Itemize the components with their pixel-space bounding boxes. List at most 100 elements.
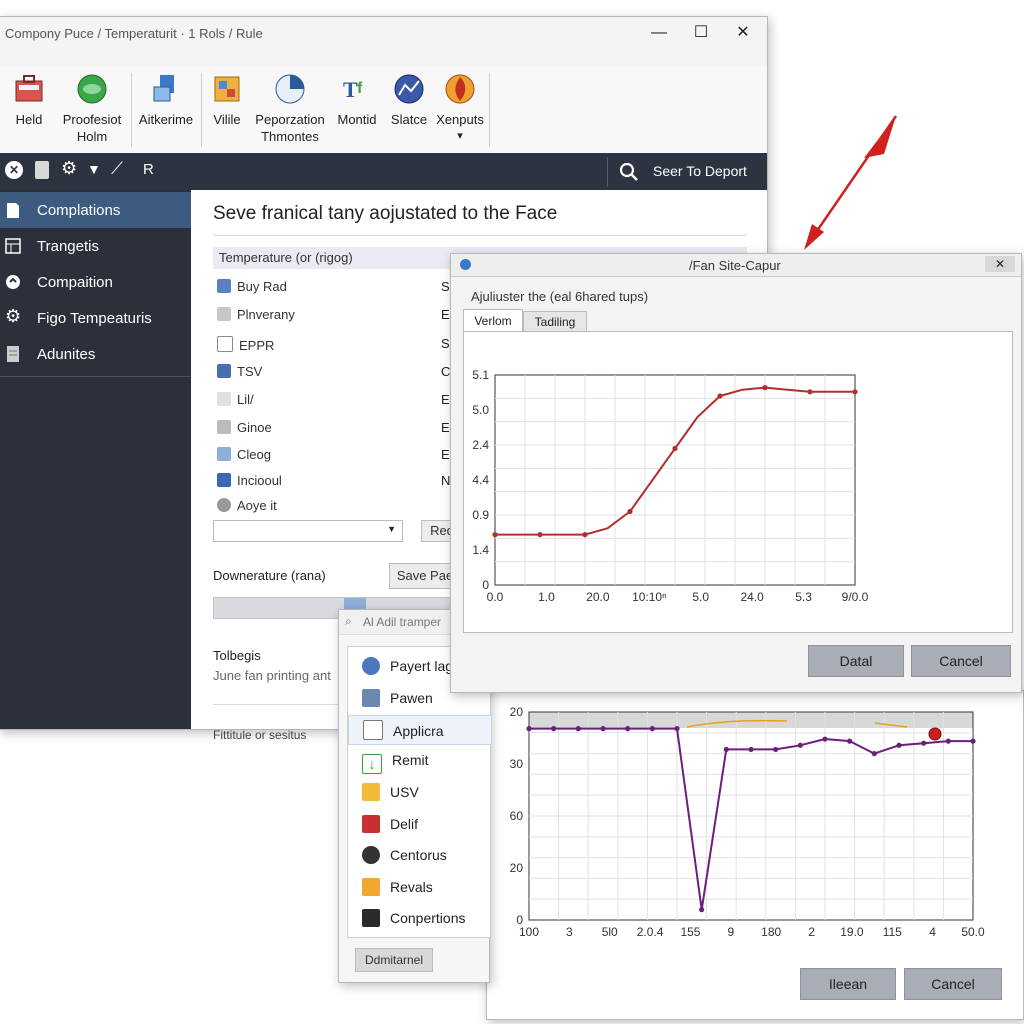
datal-button[interactable]: Datal	[808, 645, 904, 677]
sidebar-item-label: Figo Tempeaturis	[37, 310, 152, 327]
tab-tadiling[interactable]: Tadiling	[523, 311, 587, 333]
ribbon-peporzation-button[interactable]: Peporzation Thmontes	[253, 73, 327, 145]
tolbegis-text: June fan printing ant	[213, 668, 331, 683]
sidebar-item-label: Adunites	[37, 346, 96, 363]
x-tick-label: 50.0	[961, 925, 985, 939]
list-item-icon	[217, 364, 231, 378]
list-item-label: EPPR	[239, 338, 275, 353]
cancel-button[interactable]: Cancel	[911, 645, 1011, 677]
list-item-label: Aoye it	[237, 498, 277, 513]
x-tick-label: 155	[680, 925, 700, 939]
search-icon[interactable]	[619, 162, 639, 182]
list-item[interactable]: TSV	[217, 364, 262, 379]
list-item-value: E	[441, 420, 450, 435]
data-point	[717, 393, 723, 399]
tab-label: Tadiling	[534, 315, 576, 329]
clipboard-icon[interactable]	[35, 161, 49, 179]
list-item[interactable]: Centorus	[362, 846, 447, 864]
list-item-icon	[217, 307, 231, 321]
y-tick-label: 20	[510, 861, 524, 875]
list-item[interactable]: Conpertions	[362, 909, 466, 927]
sidebar-item-adunites[interactable]: Adunites	[0, 336, 191, 372]
list-item-label: Lil/	[237, 392, 254, 407]
data-point	[537, 532, 543, 538]
list-dialog-title: Al Adil tramper	[363, 615, 442, 629]
wrench-icon[interactable]: ⟋	[111, 159, 123, 179]
sidebar-item-complations[interactable]: Complations	[0, 192, 203, 228]
list-item[interactable]: Delif	[362, 815, 418, 833]
tab-label: Verlom	[474, 314, 512, 328]
sidebar-item-figo-tempeaturis[interactable]: ⚙ Figo Tempeaturis	[0, 300, 191, 336]
list-item[interactable]: Ginoe	[217, 420, 272, 435]
list-item[interactable]: Lil/	[217, 392, 254, 407]
list-item[interactable]: Applicra	[348, 715, 492, 745]
list-item[interactable]: USV	[362, 783, 419, 801]
search-label[interactable]: Seer To Deport	[653, 163, 747, 179]
downerature-label: Downerature (rana)	[213, 568, 326, 583]
data-point	[526, 726, 532, 732]
maximize-icon[interactable]: ☐	[685, 21, 717, 45]
sidebar-item-label: Compaition	[37, 274, 113, 291]
data-point	[674, 726, 680, 732]
cancel-button[interactable]: Cancel	[904, 968, 1002, 1000]
ribbon-profesiot-button[interactable]: Proofesiot Holm	[57, 73, 127, 145]
save-button-label: Save Pae	[396, 568, 454, 583]
list-item[interactable]: Plnverany	[217, 307, 295, 322]
ribbon-montid-button[interactable]: Tf Montid	[333, 73, 381, 128]
heading-divider	[213, 235, 747, 236]
sidebar-divider	[0, 376, 191, 377]
list-item-label: Ginoe	[237, 420, 272, 435]
cancel-button-label: Cancel	[939, 653, 983, 669]
data-point	[896, 742, 902, 748]
sidebar-item-compaition[interactable]: Compaition	[0, 264, 191, 300]
ribbon-held-button[interactable]: Held	[9, 73, 49, 128]
list-item-label: USV	[390, 784, 419, 800]
tab-verlom[interactable]: Verlom	[463, 309, 523, 332]
list-item-icon	[217, 420, 231, 434]
list-item[interactable]: Revals	[362, 878, 433, 896]
list-item-label: Remit	[392, 752, 429, 768]
ribbon-xenputs-button[interactable]: Xenputs ▾	[433, 73, 487, 145]
toolbar-divider	[607, 157, 608, 187]
ribbon-label: Slatce	[390, 112, 428, 127]
list-item-value: E	[441, 447, 450, 462]
user-icon[interactable]: R	[143, 161, 154, 178]
ddmitarnel-button[interactable]: Ddmitarnel	[355, 948, 433, 972]
list-item[interactable]: Pawen	[362, 689, 433, 707]
list-item[interactable]: Inciooul	[217, 473, 282, 488]
gear-icon[interactable]: ⚙	[61, 158, 77, 179]
data-point	[773, 746, 779, 753]
ileean-button[interactable]: Ileean	[800, 968, 896, 1000]
info-icon	[460, 259, 471, 270]
list-item-icon	[217, 336, 233, 352]
close-icon[interactable]: ✕	[985, 256, 1015, 272]
chevron-down-icon[interactable]: ▾	[433, 128, 487, 145]
ribbon-vilile-button[interactable]: Vilile	[207, 73, 247, 128]
fittitule-label: Fittitule or sesitus	[213, 728, 307, 742]
minimize-icon[interactable]: —	[643, 21, 675, 45]
list-item[interactable]: Buy Rad	[217, 279, 287, 294]
list-item-label: Centorus	[390, 847, 447, 863]
data-point	[871, 751, 877, 757]
shield-icon	[362, 689, 380, 707]
ribbon-slatce-button[interactable]: Slatce	[387, 73, 431, 128]
list-item[interactable]: Aoye it	[217, 498, 277, 513]
x-tick-label: 3	[566, 925, 573, 939]
list-item[interactable]: Payert lag	[362, 657, 453, 675]
chart-circle-icon	[394, 74, 424, 104]
svg-text:T: T	[343, 77, 358, 102]
dropdown-select[interactable]: ▼	[213, 520, 403, 542]
close-circle-icon[interactable]: ✕	[5, 161, 23, 179]
caret-down-icon[interactable]: ▼	[87, 161, 101, 177]
list-item[interactable]: ↓ Remit	[362, 752, 429, 774]
list-item[interactable]: Cleog	[217, 447, 271, 462]
ribbon-separator	[131, 73, 132, 147]
y-tick-label: 0.9	[472, 508, 489, 522]
close-icon[interactable]: ✕	[727, 21, 759, 45]
list-item[interactable]: EPPR	[217, 336, 274, 353]
ribbon-label: Aitkerime	[138, 112, 194, 127]
sidebar-item-trangetis[interactable]: Trangetis	[0, 228, 191, 264]
divider	[213, 704, 343, 705]
ribbon-aitkerime-button[interactable]: Aitkerime	[135, 73, 197, 128]
sidebar-item-label: Complations	[37, 202, 121, 219]
